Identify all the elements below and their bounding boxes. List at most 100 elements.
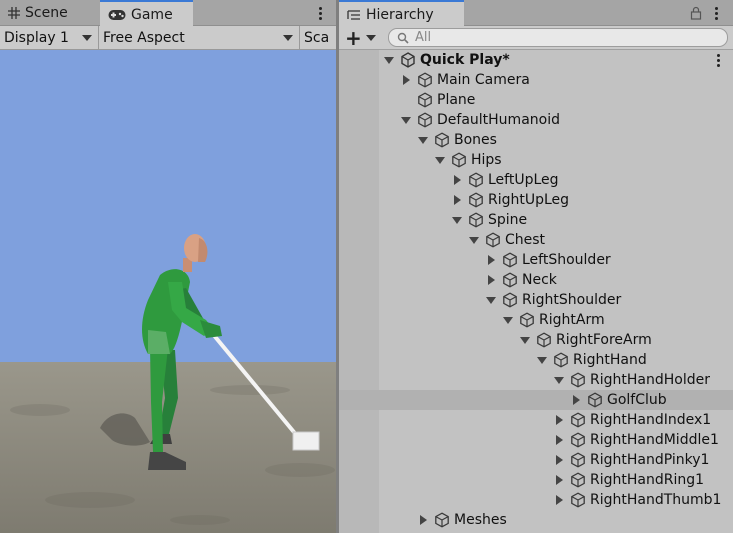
scene-row[interactable]: Quick Play* xyxy=(339,50,733,70)
tree-item[interactable]: RightForeArm xyxy=(339,330,733,350)
search-placeholder: All xyxy=(415,30,432,45)
tree-item[interactable]: RightHand xyxy=(339,350,733,370)
add-object-button[interactable]: + xyxy=(345,25,379,50)
gameobject-cube-icon xyxy=(501,291,519,309)
tree-item[interactable]: RightUpLeg xyxy=(339,190,733,210)
game-viewport[interactable] xyxy=(0,50,336,533)
gamepad-icon xyxy=(108,9,126,21)
tree-item[interactable]: Bones xyxy=(339,130,733,150)
expanded-arrow-icon[interactable] xyxy=(519,330,531,350)
tree-item[interactable]: RightHandHolder xyxy=(339,370,733,390)
tree-item-label: RightHandThumb1 xyxy=(590,492,722,508)
tree-item[interactable]: RightHandThumb1 xyxy=(339,490,733,510)
hierarchy-list-icon xyxy=(347,9,361,21)
collapsed-arrow-icon[interactable] xyxy=(485,250,497,270)
collapsed-arrow-icon[interactable] xyxy=(451,190,463,210)
chevron-down-icon xyxy=(365,34,376,41)
aspect-value: Free Aspect xyxy=(103,29,185,46)
expanded-arrow-icon[interactable] xyxy=(553,370,565,390)
collapsed-arrow-icon[interactable] xyxy=(451,170,463,190)
collapsed-arrow-icon[interactable] xyxy=(485,270,497,290)
tree-item-label: RightShoulder xyxy=(522,292,622,308)
expanded-arrow-icon[interactable] xyxy=(400,110,412,130)
golf-club-head xyxy=(292,431,320,451)
scale-slider[interactable]: Sca xyxy=(300,26,336,49)
hierarchy-window: Hierarchy + All Quick Play* Main Camera … xyxy=(339,0,733,533)
gameobject-cube-icon xyxy=(416,71,434,89)
collapsed-arrow-icon[interactable] xyxy=(553,470,565,490)
unity-scene-icon xyxy=(399,51,417,69)
game-menu-icon[interactable] xyxy=(313,3,327,23)
hierarchy-tree[interactable]: Quick Play* Main Camera Plane DefaultHuman… xyxy=(339,50,733,533)
tab-scene-label: Scene xyxy=(25,5,68,21)
hierarchy-tabbar: Hierarchy xyxy=(339,0,733,27)
tree-item-label: Spine xyxy=(488,212,528,228)
gameobject-cube-icon xyxy=(467,211,485,229)
expanded-arrow-icon[interactable] xyxy=(468,230,480,250)
expanded-arrow-icon[interactable] xyxy=(451,210,463,230)
gameobject-cube-icon xyxy=(467,191,485,209)
tree-item[interactable]: RightArm xyxy=(339,310,733,330)
game-window: Scene Game Display 1 Free Aspect Sca xyxy=(0,0,336,533)
display-dropdown[interactable]: Display 1 xyxy=(0,26,99,49)
tree-item-label: Meshes xyxy=(454,512,507,528)
collapsed-arrow-icon[interactable] xyxy=(553,450,565,470)
collapsed-arrow-icon[interactable] xyxy=(553,490,565,510)
tree-item[interactable]: RightHandPinky1 xyxy=(339,450,733,470)
gameobject-cube-icon xyxy=(433,131,451,149)
tree-item[interactable]: GolfClub xyxy=(339,390,733,410)
hierarchy-menu-icon[interactable] xyxy=(709,3,723,23)
gameobject-cube-icon xyxy=(569,491,587,509)
scene-render xyxy=(0,50,336,533)
collapsed-arrow-icon[interactable] xyxy=(570,390,582,410)
tree-item[interactable]: Spine xyxy=(339,210,733,230)
gameobject-cube-icon xyxy=(552,351,570,369)
tree-item[interactable]: RightHandMiddle1 xyxy=(339,430,733,450)
tab-scene[interactable]: Scene xyxy=(0,0,100,26)
gameobject-cube-icon xyxy=(501,251,519,269)
gameobject-cube-icon xyxy=(569,411,587,429)
tab-hierarchy-label: Hierarchy xyxy=(366,6,434,23)
fold-toggle-icon[interactable] xyxy=(383,50,395,70)
tree-item[interactable]: Main Camera xyxy=(339,70,733,90)
tree-item[interactable]: RightShoulder xyxy=(339,290,733,310)
tree-item[interactable]: RightHandIndex1 xyxy=(339,410,733,430)
tab-game[interactable]: Game xyxy=(100,0,193,27)
tree-item[interactable]: LeftUpLeg xyxy=(339,170,733,190)
tree-item-label: RightUpLeg xyxy=(488,192,570,208)
collapsed-arrow-icon[interactable] xyxy=(417,510,429,530)
aspect-dropdown[interactable]: Free Aspect xyxy=(99,26,300,49)
tree-item[interactable]: Plane xyxy=(339,90,733,110)
gameobject-cube-icon xyxy=(450,151,468,169)
gameobject-cube-icon xyxy=(569,451,587,469)
tree-item-label: Bones xyxy=(454,132,497,148)
tree-item-label: Neck xyxy=(522,272,557,288)
tree-item[interactable]: Meshes xyxy=(339,510,733,530)
tree-item[interactable]: Neck xyxy=(339,270,733,290)
plus-icon: + xyxy=(345,25,362,50)
tree-item[interactable]: LeftShoulder xyxy=(339,250,733,270)
gameobject-cube-icon xyxy=(586,391,604,409)
collapsed-arrow-icon[interactable] xyxy=(400,70,412,90)
game-tabbar: Scene Game xyxy=(0,0,336,27)
expanded-arrow-icon[interactable] xyxy=(417,130,429,150)
tree-item[interactable]: Hips xyxy=(339,150,733,170)
tree-item-label: RightHandHolder xyxy=(590,372,710,388)
gameobject-cube-icon xyxy=(518,311,536,329)
expanded-arrow-icon[interactable] xyxy=(485,290,497,310)
hierarchy-search-input[interactable]: All xyxy=(388,28,728,47)
scene-menu-icon[interactable] xyxy=(711,50,725,70)
tree-item[interactable]: Chest xyxy=(339,230,733,250)
collapsed-arrow-icon[interactable] xyxy=(553,430,565,450)
lock-icon[interactable] xyxy=(690,6,702,24)
collapsed-arrow-icon[interactable] xyxy=(553,410,565,430)
expanded-arrow-icon[interactable] xyxy=(434,150,446,170)
gameobject-cube-icon xyxy=(484,231,502,249)
tree-item[interactable]: RightHandRing1 xyxy=(339,470,733,490)
tree-item[interactable]: DefaultHumanoid xyxy=(339,110,733,130)
expanded-arrow-icon[interactable] xyxy=(536,350,548,370)
gameobject-cube-icon xyxy=(416,111,434,129)
tab-hierarchy[interactable]: Hierarchy xyxy=(339,0,464,27)
expanded-arrow-icon[interactable] xyxy=(502,310,514,330)
gameobject-cube-icon xyxy=(501,271,519,289)
